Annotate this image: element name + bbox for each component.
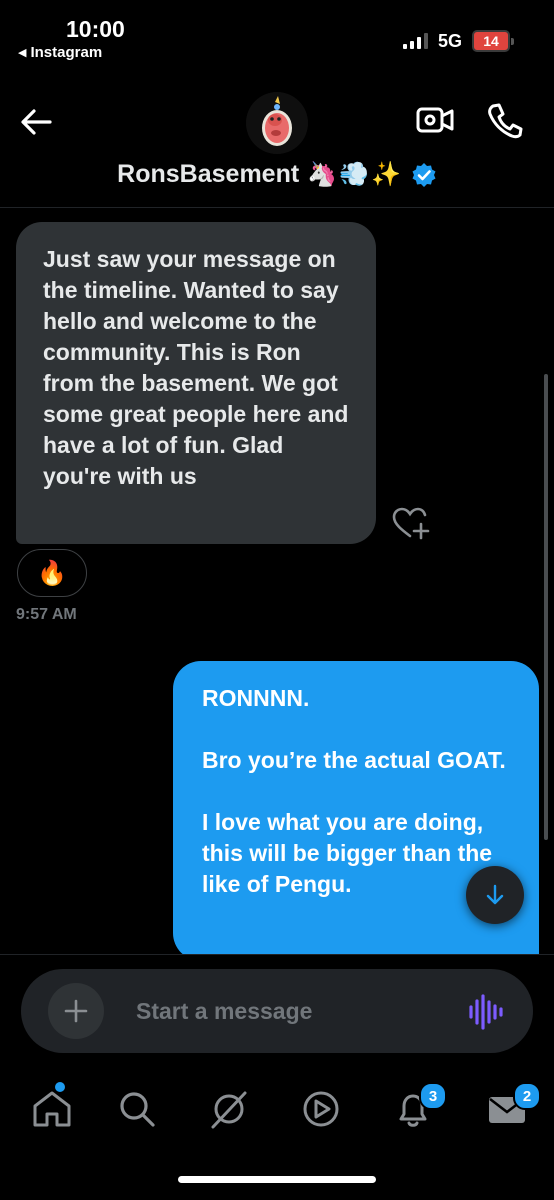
battery-icon: 14 xyxy=(472,30,514,52)
incoming-message-bubble[interactable]: Just saw your message on the timeline. W… xyxy=(16,222,376,544)
messages-badge: 2 xyxy=(513,1082,541,1110)
contact-name-emojis: 🦄💨✨ xyxy=(307,161,403,188)
message-input[interactable] xyxy=(136,996,446,1026)
contact-name: RonsBasement xyxy=(117,160,300,188)
arrow-down-icon xyxy=(486,884,504,905)
add-media-button[interactable] xyxy=(48,983,104,1039)
status-time: 10:00 xyxy=(66,16,125,42)
incoming-message-text: Just saw your message on the timeline. W… xyxy=(43,246,349,489)
avatar[interactable] xyxy=(246,92,308,154)
scroll-to-bottom-button[interactable] xyxy=(466,866,524,924)
phone-call-icon[interactable] xyxy=(484,100,526,140)
notifications-badge: 3 xyxy=(419,1082,447,1110)
status-indicators: 5G 14 xyxy=(402,30,514,52)
video-tab-icon[interactable] xyxy=(300,1088,342,1130)
grok-icon[interactable] xyxy=(208,1088,250,1130)
home-new-indicator xyxy=(55,1082,65,1092)
outgoing-message-text: RONNNN. Bro you’re the actual GOAT. I lo… xyxy=(202,685,506,897)
avatar-image xyxy=(246,92,308,154)
scrollbar[interactable] xyxy=(544,374,548,840)
voice-message-icon[interactable] xyxy=(466,992,504,1032)
fire-reaction[interactable]: 🔥 xyxy=(17,549,87,597)
cellular-signal-icon xyxy=(402,33,428,49)
contact-name-row[interactable]: RonsBasement 🦄💨✨ xyxy=(0,160,554,189)
home-icon[interactable] xyxy=(31,1088,73,1130)
back-arrow-icon[interactable] xyxy=(16,104,56,140)
search-icon[interactable] xyxy=(116,1088,158,1130)
network-type: 5G xyxy=(437,30,462,51)
plus-icon xyxy=(64,999,88,1023)
back-to-app-link[interactable]: ◀ Instagram xyxy=(18,44,102,61)
header-divider xyxy=(0,207,554,208)
verified-badge-icon xyxy=(412,162,436,187)
add-reaction-heart-icon[interactable] xyxy=(390,506,430,542)
video-call-icon[interactable] xyxy=(414,102,456,138)
home-indicator[interactable] xyxy=(178,1176,376,1183)
message-timestamp: 9:57 AM xyxy=(16,606,77,623)
back-app-label: Instagram xyxy=(30,44,103,61)
battery-level: 14 xyxy=(472,30,510,52)
back-triangle-icon: ◀ xyxy=(18,47,27,59)
